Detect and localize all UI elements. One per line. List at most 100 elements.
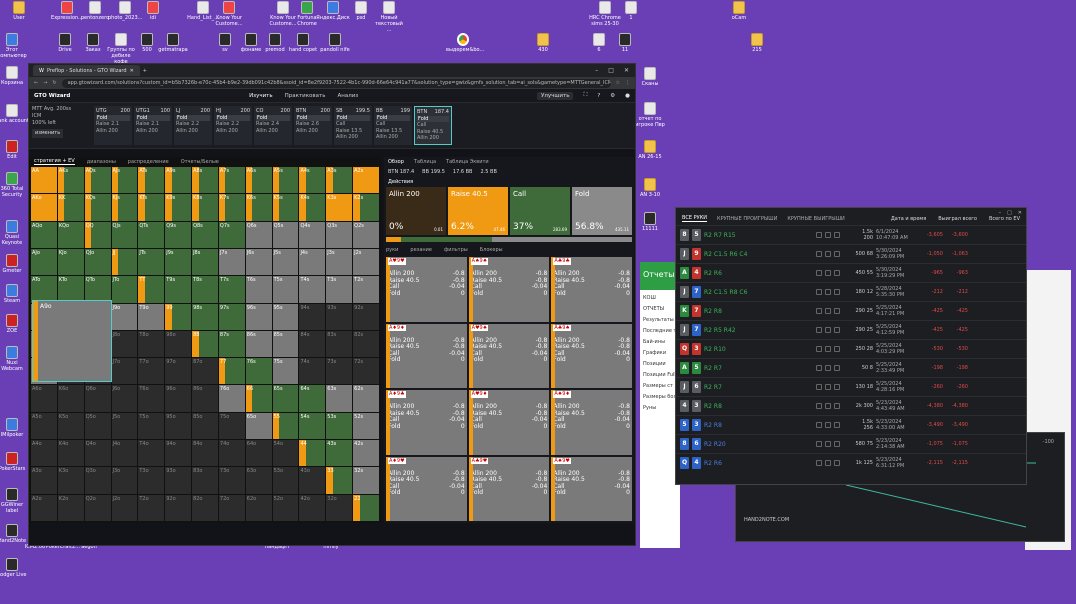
matrix-cell[interactable]: 72s xyxy=(353,358,379,385)
desktop-icon[interactable]: Edit xyxy=(0,140,29,160)
profile-icon[interactable]: ● xyxy=(625,93,630,99)
matrix-cell[interactable]: A4s xyxy=(299,167,326,194)
combo-cell[interactable]: A♣9♥ Allin 200 -0.8 Raise 40.5 -0.8 Call -0.04… xyxy=(468,456,550,521)
matrix-cell[interactable]: T9s xyxy=(165,276,192,303)
matrix-cell[interactable]: KJs xyxy=(111,194,138,221)
desktop-icon[interactable]: Quasi Keynote xyxy=(0,220,29,246)
matrix-cell[interactable]: QJs xyxy=(111,221,138,248)
matrix-cell[interactable]: 87o xyxy=(192,358,218,385)
list-icon[interactable] xyxy=(834,384,840,390)
matrix-cell[interactable]: J6o xyxy=(111,385,138,412)
seat-action[interactable]: Allin 200 xyxy=(256,128,290,135)
matrix-cell[interactable]: K2o xyxy=(57,494,84,521)
matrix-cell[interactable]: Q9s xyxy=(165,221,192,248)
matrix-cell[interactable]: 83s xyxy=(326,330,353,358)
matrix-cell[interactable]: JTo xyxy=(111,276,138,303)
matrix-cell[interactable]: T9o xyxy=(138,303,165,330)
note-icon[interactable] xyxy=(825,308,831,314)
matrix-cell[interactable]: 96s xyxy=(245,303,272,330)
matrix-cell[interactable]: J7o xyxy=(111,358,138,385)
matrix-cell[interactable]: 74s xyxy=(299,358,326,385)
help-icon[interactable]: ? xyxy=(597,93,600,99)
matrix-cell[interactable]: J2o xyxy=(111,494,138,521)
matrix-cell[interactable]: J6s xyxy=(245,248,272,276)
close-icon[interactable]: ✕ xyxy=(624,67,629,74)
app-logo[interactable]: GTO Wizard xyxy=(34,93,70,99)
matrix-cell[interactable]: 93o xyxy=(165,467,192,494)
matrix-cell[interactable]: 52s xyxy=(353,412,379,440)
matrix-cell[interactable]: 53o xyxy=(272,467,299,494)
seat-hj[interactable]: HJ 200 Fold Raise 2.2 Allin 200 xyxy=(214,106,252,145)
matrix-cell[interactable]: 44 xyxy=(299,440,326,467)
replay-icon[interactable] xyxy=(816,270,822,276)
combo-cell[interactable]: A♣9♠ Allin 200 -0.8 Raise 40.5 -0.8 Call -0.04… xyxy=(551,323,632,388)
matrix-cell[interactable]: QTo xyxy=(84,276,111,303)
matrix-cell[interactable]: 42o xyxy=(299,494,326,521)
matrix-cell[interactable]: 64s xyxy=(299,385,326,412)
combo-cell[interactable]: A♥9♥ Allin 200 -0.8 Raise 40.5 -0.8 Call -0.04… xyxy=(386,257,467,322)
matrix-cell[interactable]: 76o xyxy=(218,385,245,412)
matrix-cell[interactable]: QJo xyxy=(84,248,111,276)
matrix-cell[interactable]: A5s xyxy=(272,167,299,194)
note-icon[interactable] xyxy=(825,232,831,238)
hh-row[interactable]: J 9 R2 C1.5 R6 C4 500 68 5/30/2024 3:26:09 P… xyxy=(676,244,1026,263)
nav-study[interactable]: Изучить xyxy=(249,93,273,99)
replay-icon[interactable] xyxy=(816,308,822,314)
back-icon[interactable]: ← xyxy=(34,80,38,86)
action-allin[interactable]: Allin 200 0% 0.01 xyxy=(386,187,446,235)
replay-icon[interactable] xyxy=(816,422,822,428)
hh-row[interactable]: 5 3 R2 R8 1.5k 256 5/23/2024 4:33:00 AM -3,49… xyxy=(676,415,1026,434)
list-icon[interactable] xyxy=(834,422,840,428)
matrix-cell[interactable]: J2s xyxy=(353,248,379,276)
list-icon[interactable] xyxy=(834,460,840,466)
strategy-tab[interactable]: Таблица xyxy=(414,159,436,165)
matrix-tab[interactable]: диапазоны xyxy=(87,159,116,165)
matrix-cell[interactable]: J4s xyxy=(299,248,326,276)
matrix-cell[interactable]: A5o xyxy=(31,412,57,440)
matrix-cell[interactable]: A6s xyxy=(245,167,272,194)
matrix-cell[interactable]: K9s xyxy=(165,194,192,221)
desktop-icon[interactable]: PokerStars xyxy=(0,452,29,472)
note-icon[interactable] xyxy=(825,384,831,390)
matrix-cell[interactable]: AA xyxy=(31,167,57,194)
replay-icon[interactable] xyxy=(816,460,822,466)
desktop-icon[interactable]: 215 xyxy=(740,33,774,53)
desktop-icon[interactable]: oCam xyxy=(722,1,756,21)
matrix-cell[interactable]: 63o xyxy=(245,467,272,494)
matrix-cell[interactable]: T6o xyxy=(138,385,165,412)
matrix-cell[interactable]: Q3o xyxy=(84,467,111,494)
matrix-cell[interactable]: T6s xyxy=(245,276,272,303)
matrix-cell[interactable]: 97s xyxy=(218,303,245,330)
seat-bb[interactable]: BB 199 Fold Call Raise 13.5 Allin 200 xyxy=(374,106,412,145)
matrix-cell[interactable]: J9o xyxy=(111,303,138,330)
matrix-cell[interactable]: K7s xyxy=(218,194,245,221)
combo-cell[interactable]: A♠9♦ Allin 200 -0.8 Raise 40.5 -0.8 Call -0.04… xyxy=(551,390,632,455)
matrix-cell[interactable]: 96o xyxy=(165,385,192,412)
matrix-cell[interactable]: 87s xyxy=(218,330,245,358)
matrix-cell[interactable]: A8s xyxy=(192,167,218,194)
hh-column-header[interactable]: Выиграл всего xyxy=(938,216,977,222)
matrix-cell[interactable]: 54s xyxy=(299,412,326,440)
matrix-cell[interactable]: 74o xyxy=(218,440,245,467)
menu-dots-icon[interactable]: ⋮ xyxy=(625,80,630,86)
desktop-icon[interactable]: Сканы xyxy=(633,67,667,87)
hh-close-icon[interactable]: ✕ xyxy=(1018,210,1022,216)
matrix-cell[interactable]: A4o xyxy=(31,440,57,467)
replay-icon[interactable] xyxy=(816,384,822,390)
combo-cell[interactable]: A♥9♦ Allin 200 -0.8 Raise 40.5 -0.8 Call -0.04… xyxy=(468,390,550,455)
reports-menu-item[interactable]: Последние т xyxy=(643,326,677,337)
matrix-cell[interactable]: AQo xyxy=(31,221,57,248)
reports-menu-item[interactable]: Графики xyxy=(643,348,677,359)
hh-tab[interactable]: КРУПНЫЕ ПРОИГРЫШИ xyxy=(717,216,777,222)
list-icon[interactable] xyxy=(834,308,840,314)
matrix-cell[interactable]: 54o xyxy=(272,440,299,467)
matrix-cell[interactable]: A6o xyxy=(31,385,57,412)
matrix-cell[interactable]: 77 xyxy=(218,358,245,385)
settings-icon[interactable]: ⚙ xyxy=(610,93,615,99)
matrix-cell[interactable]: K4s xyxy=(299,194,326,221)
fullscreen-icon[interactable]: ⛶ xyxy=(583,92,587,99)
note-icon[interactable] xyxy=(825,460,831,466)
matrix-cell[interactable]: 85s xyxy=(272,330,299,358)
hh-row[interactable]: J 7 R2 C1.5 R8 C6 180 12 5/28/2024 5:35:30 P… xyxy=(676,282,1026,301)
hands-tab[interactable]: руки xyxy=(386,247,398,253)
